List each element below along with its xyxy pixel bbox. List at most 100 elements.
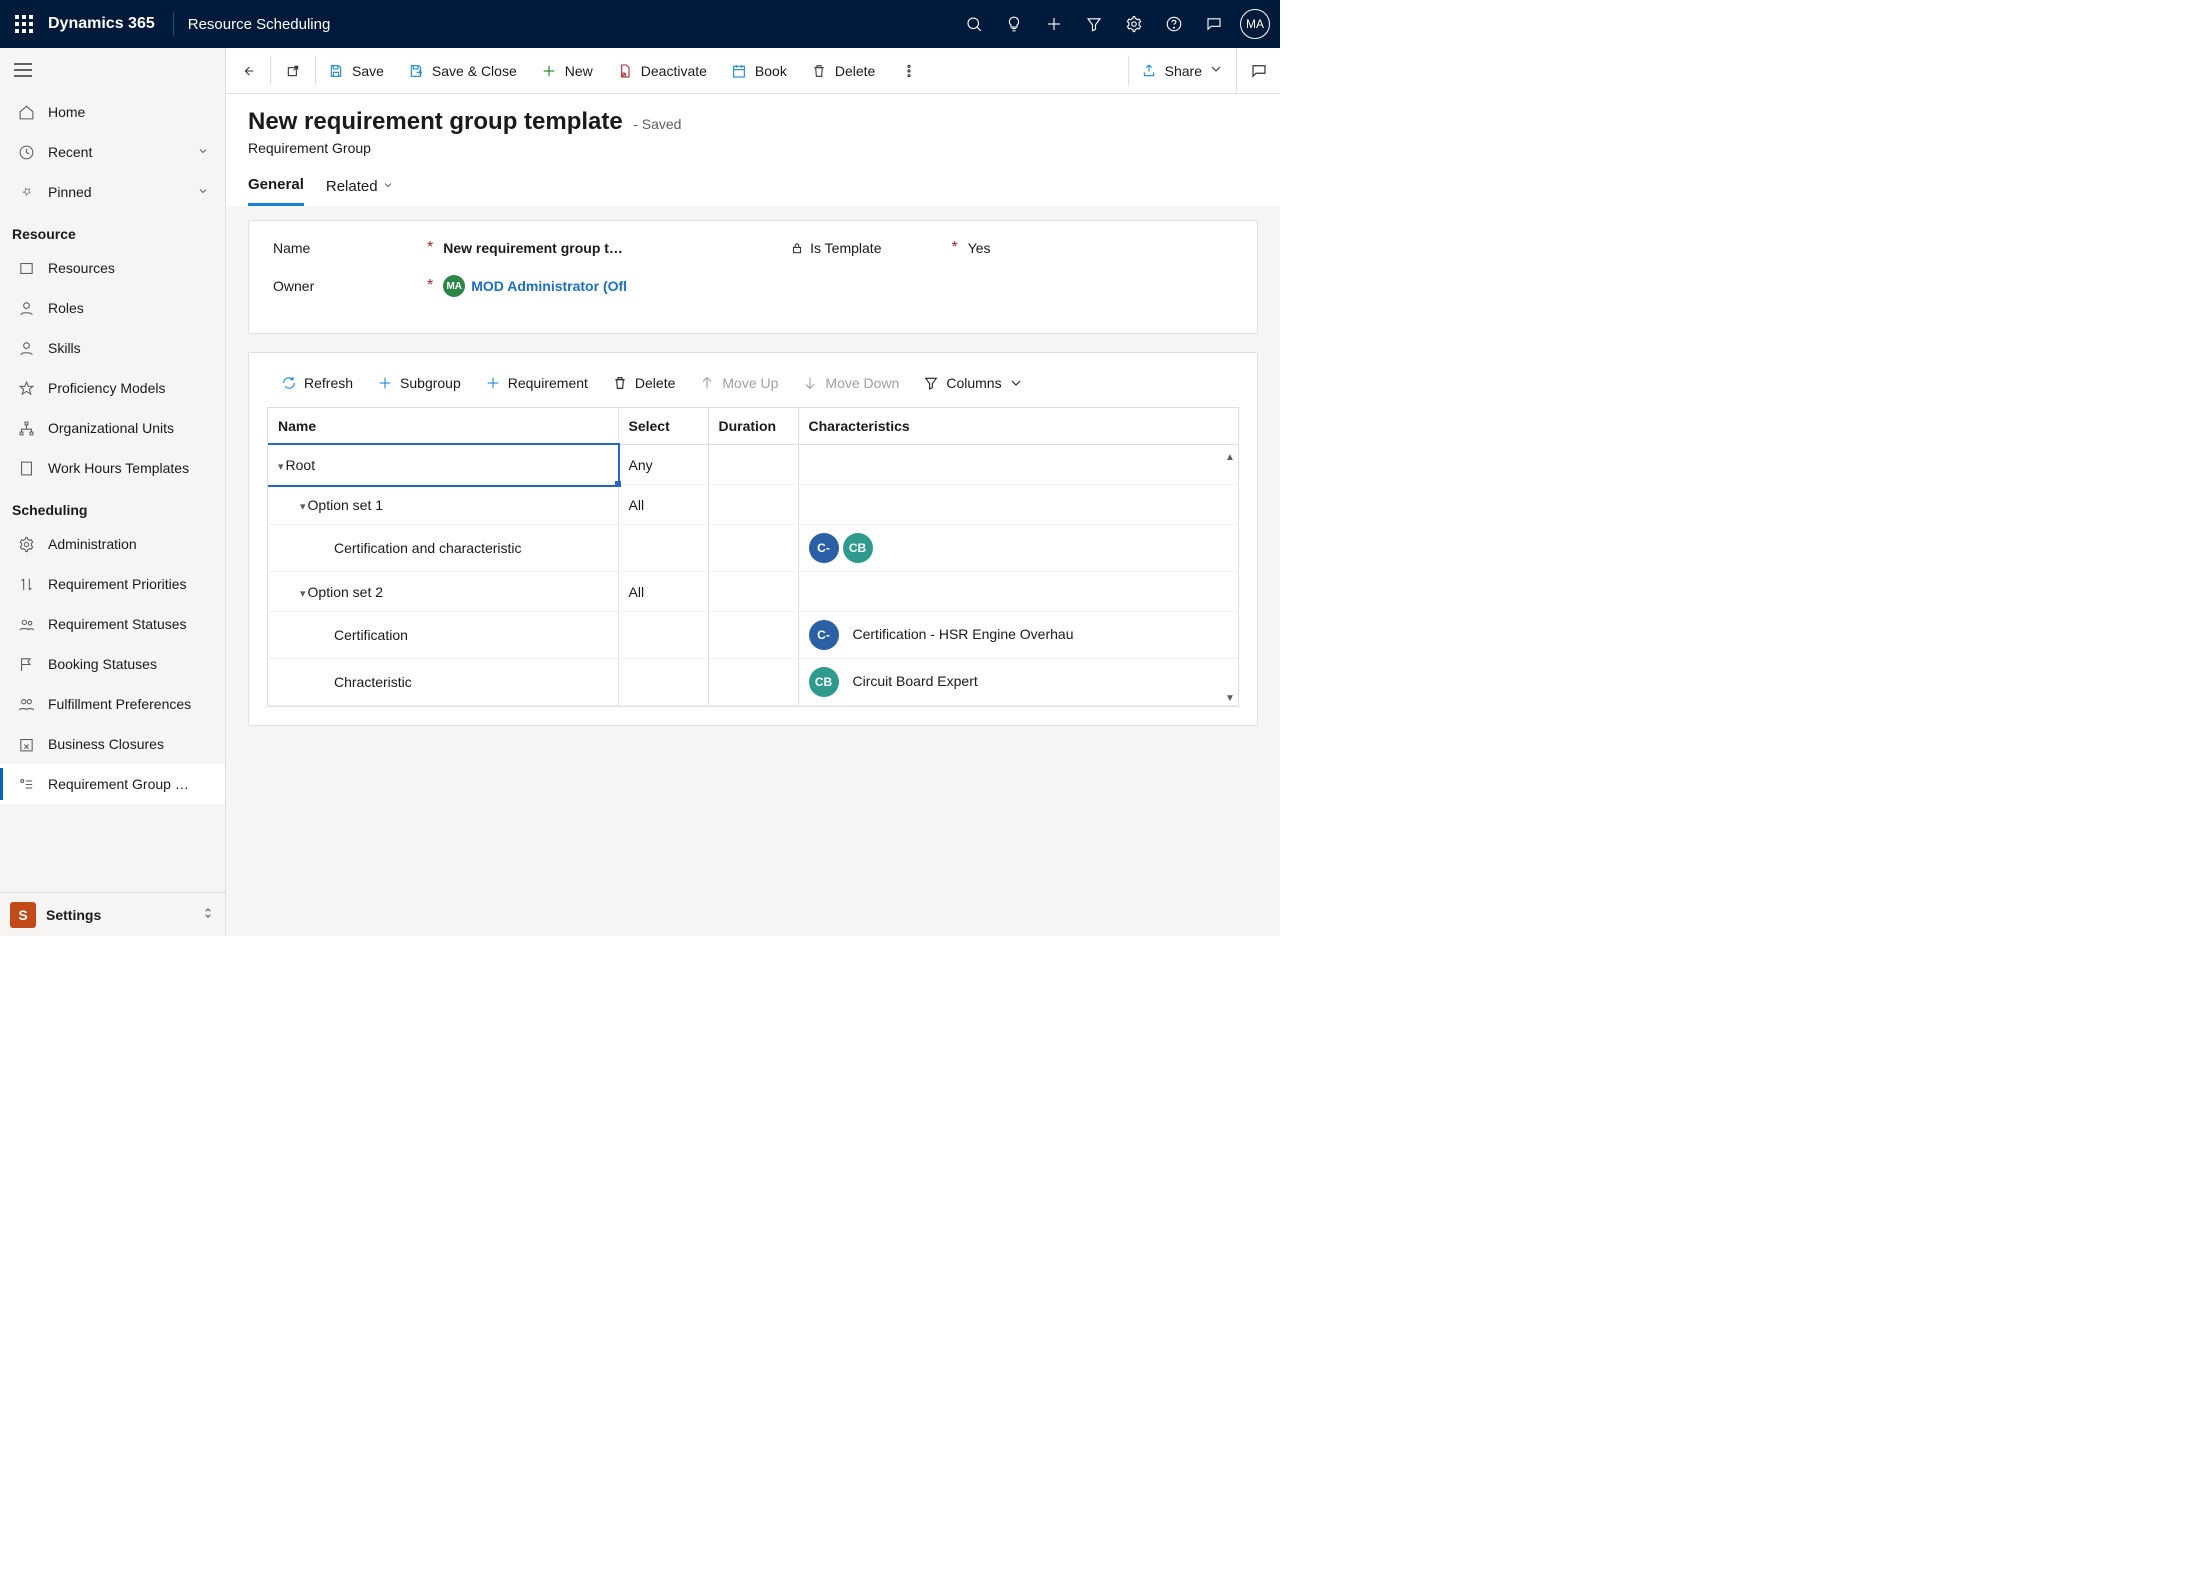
assistant-icon[interactable] [1194, 0, 1234, 48]
sidebar-area-switcher[interactable]: S Settings [0, 892, 225, 936]
select-cell[interactable] [618, 659, 708, 706]
name-cell[interactable]: ▾Root [268, 445, 618, 485]
add-icon[interactable] [1034, 0, 1074, 48]
sidebar-item-recent[interactable]: Recent [0, 132, 225, 172]
characteristics-cell[interactable]: C-Certification - HSR Engine Overhau [798, 612, 1238, 659]
characteristics-cell[interactable]: CBCircuit Board Expert [798, 659, 1238, 706]
up-down-icon [201, 904, 215, 925]
delete-button[interactable]: Delete [799, 48, 887, 93]
table-row[interactable]: ▾RootAny [268, 445, 1238, 485]
app-name[interactable]: Dynamics 365 [48, 15, 155, 33]
sidebar-item-label: Pinned [48, 184, 92, 200]
app-launcher-icon[interactable] [10, 10, 38, 38]
save-close-button[interactable]: Save & Close [396, 48, 529, 93]
chevron-down-icon[interactable]: ▾ [300, 500, 306, 513]
sidebar-item-skills[interactable]: Skills [0, 328, 225, 368]
characteristics-cell[interactable] [798, 572, 1238, 612]
col-name[interactable]: Name [268, 408, 618, 445]
table-row[interactable]: Chracteristic CBCircuit Board Expert [268, 659, 1238, 706]
duration-cell[interactable] [708, 572, 798, 612]
user-avatar[interactable]: MA [1240, 9, 1270, 39]
field-owner-value[interactable]: MOD Administrator (Ofl [471, 278, 627, 294]
help-icon[interactable] [1154, 0, 1194, 48]
name-cell[interactable]: Certification [268, 612, 618, 659]
table-row[interactable]: ▾Option set 1All [268, 485, 1238, 525]
duration-cell[interactable] [708, 485, 798, 525]
popout-button[interactable] [271, 48, 315, 93]
sidebar-item-closures[interactable]: Business Closures [0, 724, 225, 764]
tab-general[interactable]: General [248, 170, 304, 206]
characteristic-chip[interactable]: CB [843, 533, 873, 563]
subgroup-button[interactable]: Subgroup [367, 371, 471, 395]
select-cell[interactable]: Any [618, 445, 708, 485]
back-button[interactable] [226, 48, 270, 93]
sidebar-item-priorities[interactable]: Requirement Priorities [0, 564, 225, 604]
select-cell[interactable] [618, 525, 708, 572]
share-button[interactable]: Share [1129, 48, 1236, 93]
sidebar-item-workhours[interactable]: Work Hours Templates [0, 448, 225, 488]
chevron-down-icon[interactable]: ▾ [300, 587, 306, 600]
star-icon [16, 378, 36, 398]
characteristic-chip[interactable]: CB [809, 667, 839, 697]
tab-related[interactable]: Related [326, 170, 394, 206]
book-button[interactable]: Book [719, 48, 799, 93]
col-duration[interactable]: Duration [708, 408, 798, 445]
save-button[interactable]: Save [316, 48, 396, 93]
sidebar-item-resources[interactable]: Resources [0, 248, 225, 288]
requirement-button[interactable]: Requirement [475, 371, 598, 395]
sidebar-item-orgunits[interactable]: Organizational Units [0, 408, 225, 448]
sidebar-item-fulfillment[interactable]: Fulfillment Preferences [0, 684, 225, 724]
sidebar-item-bookstatuses[interactable]: Booking Statuses [0, 644, 225, 684]
name-cell[interactable]: Certification and characteristic [268, 525, 618, 572]
col-characteristics[interactable]: Characteristics [798, 408, 1238, 445]
table-row[interactable]: Certification and characteristic C-CB [268, 525, 1238, 572]
sidebar-item-reqgroup[interactable]: Requirement Group … [0, 764, 225, 804]
lightbulb-icon[interactable] [994, 0, 1034, 48]
select-cell[interactable] [618, 612, 708, 659]
sidebar-item-pinned[interactable]: Pinned [0, 172, 225, 212]
collab-icon[interactable] [1236, 48, 1280, 93]
field-template-value[interactable]: Yes [968, 240, 991, 256]
characteristic-chip[interactable]: C- [809, 620, 839, 650]
overflow-button[interactable] [887, 48, 931, 93]
characteristics-cell[interactable]: C-CB [798, 525, 1238, 572]
chevron-down-icon[interactable]: ▾ [278, 460, 284, 473]
sidebar-item-proficiency[interactable]: Proficiency Models [0, 368, 225, 408]
duration-cell[interactable] [708, 445, 798, 485]
scroll-up-icon[interactable]: ▲ [1225, 452, 1235, 463]
field-name-value[interactable]: New requirement group t… [443, 240, 623, 256]
sidebar-item-roles[interactable]: Roles [0, 288, 225, 328]
scroll-down-icon[interactable]: ▼ [1225, 693, 1235, 704]
grid-scrollbar[interactable]: ▲ ▼ [1224, 452, 1236, 704]
name-cell[interactable]: ▾Option set 2 [268, 572, 618, 612]
deactivate-button[interactable]: Deactivate [605, 48, 719, 93]
sidebar-item-administration[interactable]: Administration [0, 524, 225, 564]
select-cell[interactable]: All [618, 485, 708, 525]
field-template-label: Is Template [790, 240, 881, 256]
table-row[interactable]: Certification C-Certification - HSR Engin… [268, 612, 1238, 659]
subgrid-delete-button[interactable]: Delete [602, 371, 685, 395]
gear-icon[interactable] [1114, 0, 1154, 48]
name-cell[interactable]: ▾Option set 1 [268, 485, 618, 525]
columns-button[interactable]: Columns [913, 371, 1033, 395]
characteristics-cell[interactable] [798, 485, 1238, 525]
sidebar-toggle-icon[interactable] [0, 48, 225, 92]
select-cell[interactable]: All [618, 572, 708, 612]
refresh-button[interactable]: Refresh [271, 371, 363, 395]
characteristics-cell[interactable] [798, 445, 1238, 485]
col-select[interactable]: Select [618, 408, 708, 445]
sidebar-item-home[interactable]: Home [0, 92, 225, 132]
filter-icon[interactable] [1074, 0, 1114, 48]
characteristic-chip[interactable]: C- [809, 533, 839, 563]
table-row[interactable]: ▾Option set 2All [268, 572, 1238, 612]
duration-cell[interactable] [708, 659, 798, 706]
search-icon[interactable] [954, 0, 994, 48]
duration-cell[interactable] [708, 612, 798, 659]
sidebar-item-reqstatuses[interactable]: Requirement Statuses [0, 604, 225, 644]
name-cell[interactable]: Chracteristic [268, 659, 618, 706]
page-title: New requirement group template [248, 108, 623, 135]
area-badge: S [10, 902, 36, 928]
duration-cell[interactable] [708, 525, 798, 572]
chevron-down-icon [382, 178, 394, 195]
new-button[interactable]: New [529, 48, 605, 93]
